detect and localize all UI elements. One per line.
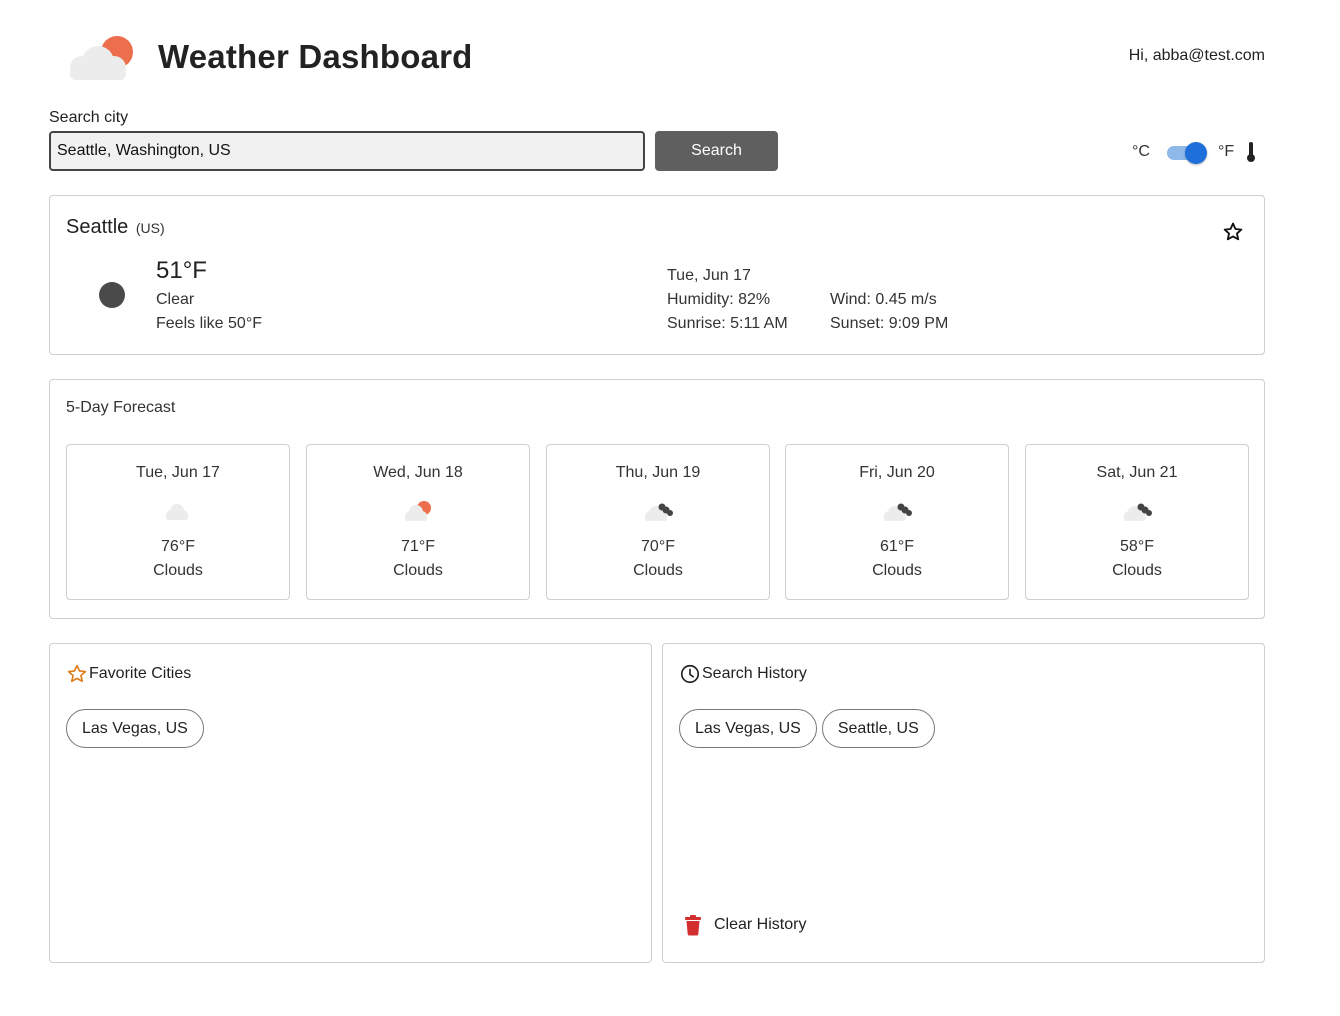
feels-like: Feels like 50°F bbox=[156, 315, 262, 332]
history-chip[interactable]: Las Vegas, US bbox=[679, 709, 817, 748]
forecast-day: Thu, Jun 19 70°F Clouds bbox=[546, 444, 770, 600]
clock-icon bbox=[680, 664, 700, 684]
forecast-temp: 61°F bbox=[880, 538, 914, 555]
sunrise: Sunrise: 5:11 AM bbox=[667, 315, 788, 332]
favorites-title: Favorite Cities bbox=[66, 663, 191, 685]
current-weather-card: Seattle (US) 51°F Clear Feels like 50°F … bbox=[49, 195, 1265, 355]
forecast-desc: Clouds bbox=[872, 562, 922, 579]
sunset: Sunset: 9:09 PM bbox=[830, 315, 949, 332]
unit-switch-thumb bbox=[1185, 142, 1207, 164]
forecast-date: Tue, Jun 17 bbox=[136, 464, 220, 481]
forecast-day: Sat, Jun 21 58°F Clouds bbox=[1025, 444, 1249, 600]
forecast-day: Tue, Jun 17 76°F Clouds bbox=[66, 444, 290, 600]
forecast-date: Fri, Jun 20 bbox=[859, 464, 935, 481]
city-country: (US) bbox=[135, 220, 165, 236]
app-title: Weather Dashboard bbox=[158, 38, 473, 75]
partly-cloudy-day-icon bbox=[405, 501, 431, 521]
favorites-list: Las Vegas, US bbox=[66, 709, 204, 748]
history-title: Search History bbox=[679, 663, 807, 685]
search-label: Search city bbox=[49, 109, 129, 126]
forecast-temp: 76°F bbox=[161, 538, 195, 555]
city-name-text: Seattle bbox=[66, 216, 129, 238]
forecast-date: Thu, Jun 19 bbox=[615, 464, 701, 481]
forecast-temp: 70°F bbox=[641, 538, 675, 555]
history-chip[interactable]: Seattle, US bbox=[821, 709, 935, 748]
celsius-label: °C bbox=[1132, 143, 1150, 160]
search-button[interactable]: Search bbox=[655, 131, 778, 171]
forecast-desc: Clouds bbox=[633, 562, 683, 579]
clear-night-icon bbox=[99, 282, 125, 308]
forecast-desc: Clouds bbox=[1112, 562, 1162, 579]
current-description: Clear bbox=[156, 291, 195, 308]
header: Weather Dashboard Hi, abba@test.com bbox=[60, 28, 1265, 88]
favorite-star-icon[interactable] bbox=[1222, 221, 1244, 243]
forecast-desc: Clouds bbox=[153, 562, 203, 579]
wind: Wind: 0.45 m/s bbox=[830, 291, 937, 308]
weather-logo-icon bbox=[70, 36, 133, 80]
broken-clouds-icon bbox=[884, 503, 912, 521]
unit-switch[interactable] bbox=[1167, 142, 1207, 164]
thermometer-icon bbox=[1247, 142, 1255, 162]
humidity: Humidity: 82% bbox=[667, 291, 771, 308]
history-list: Las Vegas, US Seattle, US bbox=[679, 709, 935, 748]
unit-toggle: °C °F bbox=[1130, 140, 1265, 164]
forecast-date: Sat, Jun 21 bbox=[1096, 464, 1178, 481]
current-date: Tue, Jun 17 bbox=[667, 267, 751, 284]
forecast-day: Wed, Jun 18 71°F Clouds bbox=[306, 444, 530, 600]
forecast-day: Fri, Jun 20 61°F Clouds bbox=[785, 444, 1009, 600]
history-card: Search History Las Vegas, US Seattle, US… bbox=[662, 643, 1265, 963]
forecast-temp: 58°F bbox=[1120, 538, 1154, 555]
forecast-temp: 71°F bbox=[401, 538, 435, 555]
history-title-text: Search History bbox=[702, 665, 807, 682]
forecast-date: Wed, Jun 18 bbox=[373, 464, 463, 481]
trash-icon bbox=[685, 915, 701, 936]
forecast-title: 5-Day Forecast bbox=[66, 399, 176, 416]
forecast-card: 5-Day Forecast Tue, Jun 17 76°F Clouds W… bbox=[49, 379, 1265, 619]
fahrenheit-label: °F bbox=[1218, 143, 1235, 160]
favorites-card: Favorite Cities Las Vegas, US bbox=[49, 643, 652, 963]
broken-clouds-icon bbox=[1124, 503, 1152, 521]
few-clouds-icon bbox=[166, 504, 188, 520]
favorite-chip[interactable]: Las Vegas, US bbox=[66, 709, 204, 748]
forecast-desc: Clouds bbox=[393, 562, 443, 579]
favorites-title-text: Favorite Cities bbox=[89, 665, 192, 682]
user-greeting: Hi, abba@test.com bbox=[1128, 47, 1265, 64]
star-outline-icon bbox=[67, 664, 87, 683]
broken-clouds-icon bbox=[645, 503, 673, 521]
clear-history-button[interactable]: Clear History bbox=[683, 914, 806, 936]
city-name: Seattle (US) bbox=[66, 216, 165, 239]
search-input[interactable] bbox=[49, 131, 645, 171]
current-temperature: 51°F bbox=[156, 257, 207, 284]
clear-history-label: Clear History bbox=[714, 916, 807, 933]
